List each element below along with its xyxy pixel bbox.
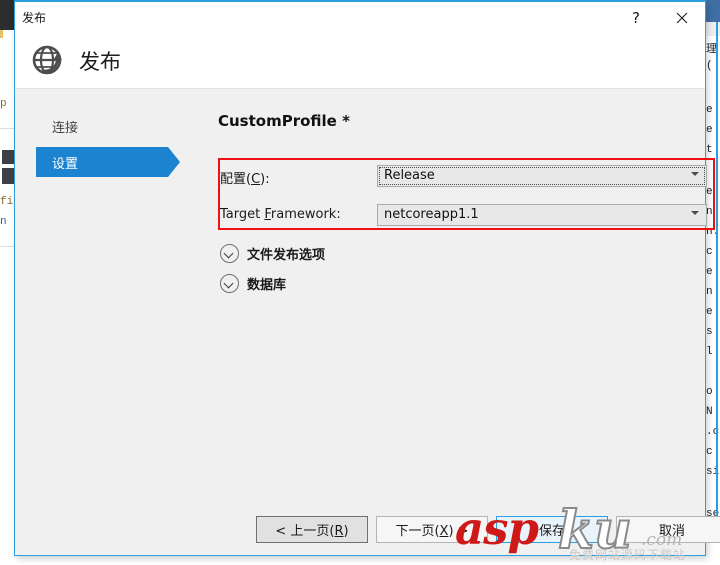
chevron-down-circle-icon <box>220 243 239 263</box>
dialog-titlebar[interactable]: 发布 ? <box>15 0 705 31</box>
sidebar-item-settings[interactable]: 设置 <box>36 147 168 177</box>
file-publish-options-expander[interactable]: 文件发布选项 <box>220 242 325 264</box>
background-divider <box>0 128 14 129</box>
question-mark-icon: ? <box>632 8 640 27</box>
background-text-fragment: e <box>706 104 713 116</box>
profile-name: CustomProfile * <box>218 112 350 130</box>
cancel-button-label: 取消 <box>658 524 685 539</box>
background-titlebar <box>0 0 14 30</box>
background-text-fragment: n <box>706 286 713 298</box>
publish-dialog: 发布 ? 发布 连接 设置 CustomProfile * 配置(C): Rel… <box>14 0 720 556</box>
background-text-fragment: e <box>706 124 713 136</box>
help-button[interactable]: ? <box>615 4 657 32</box>
configuration-value: Release <box>384 168 435 183</box>
cancel-button[interactable]: 取消 <box>616 516 720 543</box>
close-button[interactable] <box>661 4 703 32</box>
sidebar-selection-arrow-icon <box>168 147 180 177</box>
background-left-panel: p fi n <box>0 0 14 565</box>
background-text-fragment: N <box>706 406 713 418</box>
target-framework-value: netcoreapp1.1 <box>384 207 479 222</box>
background-text-fragment: l <box>706 346 713 358</box>
database-label: 数据库 <box>247 277 287 293</box>
background-window-edge <box>716 22 718 522</box>
configuration-label: 配置(C): <box>220 172 270 187</box>
background-right-panel: 理 ( e e t e n n. c e n e s l o N .c c si… <box>706 0 720 565</box>
background-text-fragment: ( <box>706 60 713 72</box>
dialog-main: CustomProfile * 配置(C): Release Target Fr… <box>190 89 720 555</box>
target-framework-label: Target Framework: <box>220 207 341 222</box>
background-text-fragment: t <box>706 144 713 156</box>
save-button-label: 保存 <box>538 524 565 539</box>
dialog-title: 发布 <box>22 11 47 25</box>
sidebar-item-label: 设置 <box>52 156 79 172</box>
database-expander[interactable]: 数据库 <box>220 272 286 294</box>
background-text-fragment: c <box>706 246 713 258</box>
background-text-fragment: p <box>0 98 7 110</box>
background-text-fragment: n <box>0 216 7 228</box>
target-framework-dropdown[interactable]: netcoreapp1.1 <box>377 204 707 226</box>
background-divider <box>0 246 14 247</box>
globe-publish-icon <box>29 41 67 79</box>
background-accent <box>0 30 3 38</box>
chevron-down-circle-icon <box>220 273 239 293</box>
save-button[interactable]: 保存 <box>496 516 608 543</box>
next-button[interactable]: 下一页(X) > <box>376 516 488 543</box>
chevron-down-icon[interactable] <box>691 172 699 176</box>
background-text-fragment: c <box>706 446 713 458</box>
configuration-field-row: 配置(C): Release <box>220 165 707 187</box>
sidebar-item-label: 连接 <box>52 120 79 136</box>
previous-button-label: < 上一页(R) <box>275 524 349 539</box>
dialog-header: 发布 <box>15 31 705 89</box>
background-text-fragment: s <box>706 326 713 338</box>
dialog-sidebar: 连接 设置 <box>15 89 190 555</box>
background-text-fragment: o <box>706 386 713 398</box>
background-text-fragment: fi <box>0 196 14 208</box>
screen: p fi n 理 ( e e t e n n. c e n e s l o N … <box>0 0 720 565</box>
chevron-down-icon[interactable] <box>691 211 699 215</box>
page-title: 发布 <box>79 50 121 74</box>
configuration-dropdown[interactable]: Release <box>377 165 707 187</box>
close-icon <box>676 12 688 24</box>
background-block <box>2 150 14 164</box>
file-publish-options-label: 文件发布选项 <box>247 247 326 263</box>
background-titlebar-right <box>706 0 720 22</box>
next-button-label: 下一页(X) > <box>395 524 469 539</box>
dialog-body: 连接 设置 CustomProfile * 配置(C): Release Tar… <box>15 89 720 555</box>
previous-button[interactable]: < 上一页(R) <box>256 516 368 543</box>
background-text-fragment: e <box>706 306 713 318</box>
background-text-fragment: e <box>706 266 713 278</box>
target-framework-field-row: Target Framework: netcoreapp1.1 <box>220 204 707 226</box>
background-block <box>2 168 14 184</box>
sidebar-item-connection[interactable]: 连接 <box>36 111 168 141</box>
